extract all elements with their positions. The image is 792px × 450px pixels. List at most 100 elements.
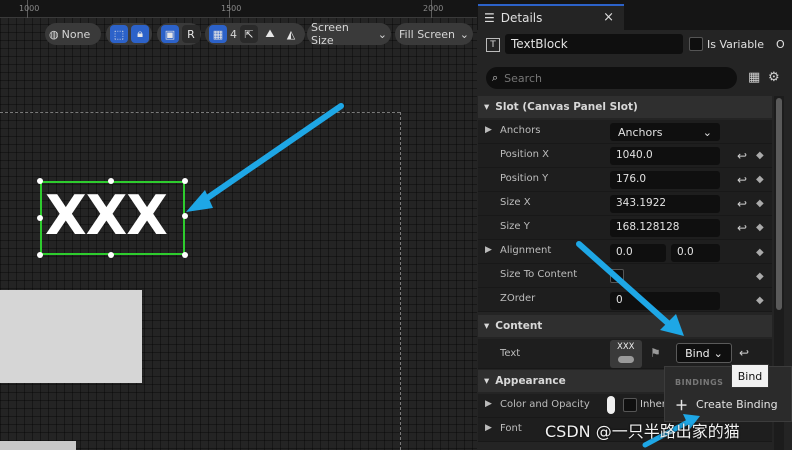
keyframe-icon[interactable]: ◆ (756, 174, 764, 185)
locale-selector[interactable]: ◍ None (45, 23, 101, 45)
canvas-frame-right (400, 112, 401, 450)
ruler-tick-label: 2000 (423, 4, 444, 13)
alignment-x-input[interactable]: 0.0 (610, 244, 666, 262)
bindings-menu: BINDINGS ＋ Create Binding (664, 366, 792, 422)
view-mode-tools: ▣ R (157, 23, 201, 45)
position-x-input[interactable]: 1040.0 (610, 147, 720, 165)
size-x-input[interactable]: 343.1922 (610, 195, 720, 213)
globe-icon: ◍ (49, 27, 59, 41)
reset-arrow-icon[interactable]: ↩ (737, 173, 747, 187)
grey-widget-small[interactable] (0, 441, 76, 450)
fill-screen-label: Fill Screen (399, 27, 456, 41)
text-preview-pill (618, 356, 634, 363)
cursor-icon[interactable]: ⇱ (240, 25, 258, 43)
lock-icon[interactable]: 🔒︎ (131, 25, 149, 43)
alignment-label: Alignment (500, 245, 552, 256)
ruler-tick-label: 1500 (221, 4, 242, 13)
alignment-y-input[interactable]: 0.0 (671, 244, 720, 262)
inherit-checkbox[interactable] (623, 398, 637, 412)
anchors-dropdown[interactable]: Anchors ⌄ (610, 123, 720, 141)
details-search[interactable]: ⌕ (486, 67, 737, 89)
caret-right-icon[interactable]: ▶ (485, 245, 492, 255)
text-type-icon: T (486, 38, 500, 52)
chevron-down-icon: ⌄ (459, 27, 469, 41)
resize-handle[interactable] (37, 215, 43, 221)
plus-icon: ＋ (675, 398, 689, 414)
chevron-down-icon: ⌄ (377, 27, 387, 41)
caret-right-icon[interactable]: ▶ (485, 423, 492, 433)
create-binding-label: Create Binding (696, 397, 778, 411)
text-label: Text (500, 348, 521, 359)
caret-down-icon: ▾ (484, 320, 490, 332)
resize-handle[interactable] (182, 252, 188, 258)
keyframe-icon[interactable]: ◆ (756, 247, 764, 258)
color-opacity-label: Color and Opacity (500, 399, 590, 410)
section-appearance-title: Appearance (495, 375, 566, 387)
close-icon[interactable]: × (603, 10, 614, 25)
details-tab-title: Details (500, 11, 543, 25)
marquee-select-icon[interactable]: ⬚ (110, 25, 128, 43)
font-label: Font (500, 423, 522, 434)
keyframe-icon[interactable]: ◆ (756, 198, 764, 209)
text-preview-label: XXX (617, 342, 635, 352)
ruler-tick-label: 1000 (19, 4, 40, 13)
grid-tools: ▦ 4 ⇱ ⛰ ◭ (205, 23, 305, 45)
gear-icon[interactable]: ⚙ (768, 70, 780, 85)
keyframe-icon[interactable]: ◆ (756, 295, 764, 306)
bind-tooltip: Bind (731, 364, 769, 388)
size-y-input[interactable]: 168.128128 (610, 219, 720, 237)
section-content[interactable]: ▾ Content (478, 315, 772, 337)
screen-size-dropdown[interactable]: Screen Size ⌄ (307, 21, 391, 47)
grey-widget[interactable] (0, 290, 142, 383)
reset-arrow-icon[interactable]: ↩ (739, 346, 749, 360)
reset-arrow-icon[interactable]: ↩ (737, 149, 747, 163)
bind-button[interactable]: Bind ⌄ (676, 343, 732, 363)
details-icon: ☰ (484, 11, 495, 25)
keyframe-icon[interactable]: ◆ (756, 222, 764, 233)
widget-name-input[interactable]: TextBlock (505, 34, 683, 54)
image-icon[interactable]: ⛰ (261, 25, 279, 43)
resize-handle[interactable] (108, 252, 114, 258)
grid-snap-icon[interactable]: ▦ (209, 25, 227, 43)
caret-down-icon: ▾ (484, 101, 490, 113)
caret-right-icon[interactable]: ▶ (485, 399, 492, 409)
search-icon: ⌕ (492, 71, 499, 84)
color-swatch[interactable] (607, 396, 615, 414)
zorder-input[interactable]: 0 (610, 292, 720, 310)
textblock-text: XXX (45, 184, 168, 247)
keyframe-icon[interactable]: ◆ (756, 271, 764, 282)
size-x-label: Size X (500, 197, 531, 208)
is-variable-label: Is Variable (707, 38, 765, 51)
fill-screen-dropdown[interactable]: Fill Screen ⌄ (395, 23, 473, 45)
designer-viewport[interactable]: 1000 1500 2000 ◍ None ⬚ 🔒︎ ▣ R ▦ 4 ⇱ ⛰ ◭… (0, 0, 477, 450)
resize-handle[interactable] (108, 178, 114, 184)
position-x-label: Position X (500, 149, 549, 160)
resize-handle[interactable] (37, 178, 43, 184)
widget-mode-icon[interactable]: ▣ (161, 25, 179, 43)
prop-size-to-content: Size To Content (478, 264, 772, 288)
text-preview-thumb[interactable]: XXX (610, 340, 642, 368)
details-tab[interactable]: ☰ Details × (478, 4, 624, 30)
section-slot[interactable]: ▾ Slot (Canvas Panel Slot) (478, 96, 772, 118)
size-to-content-checkbox[interactable] (610, 269, 624, 283)
is-variable-checkbox[interactable] (689, 37, 703, 51)
grid-count[interactable]: 4 (230, 28, 237, 41)
reset-arrow-icon[interactable]: ↩ (737, 197, 747, 211)
selected-textblock[interactable]: XXX (40, 181, 185, 255)
inherit-label: Inher (640, 399, 666, 410)
resize-handle[interactable] (182, 213, 188, 219)
flag-icon[interactable]: ⚑ (650, 346, 661, 360)
table-view-icon[interactable]: ▦ (748, 70, 760, 85)
caret-right-icon[interactable]: ▶ (485, 125, 492, 135)
resize-handle[interactable] (182, 178, 188, 184)
triangle-icon[interactable]: ◭ (282, 25, 300, 43)
position-y-input[interactable]: 176.0 (610, 171, 720, 189)
reset-arrow-icon[interactable]: ↩ (737, 221, 747, 235)
resize-handle[interactable] (37, 252, 43, 258)
keyframe-icon[interactable]: ◆ (756, 150, 764, 161)
create-binding-item[interactable]: ＋ Create Binding (671, 393, 789, 415)
search-input[interactable] (504, 71, 705, 85)
r-button[interactable]: R (182, 25, 200, 43)
scrollbar-thumb[interactable] (776, 98, 782, 310)
zorder-label: ZOrder (500, 293, 536, 304)
